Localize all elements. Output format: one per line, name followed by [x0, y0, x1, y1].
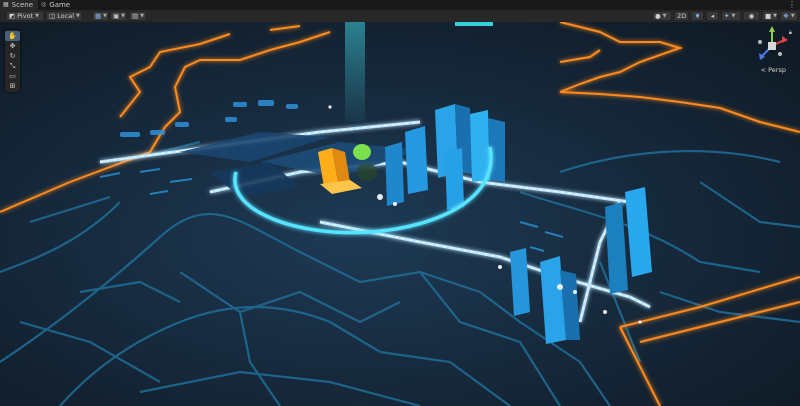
space-label: Local: [57, 12, 75, 20]
scene-viewport[interactable]: ✋ ✥ ↻ ⤡ ▭ ⊞ 🔒︎ < Persp: [0, 22, 800, 406]
grid-snap-button[interactable]: ▦ ▼: [92, 11, 109, 21]
scale-tool-icon[interactable]: ⤡: [5, 61, 20, 71]
grid-visibility-button[interactable]: ▤ ▼: [129, 11, 147, 21]
space-dropdown[interactable]: ◫ Local ▼: [46, 11, 82, 21]
more-options-icon[interactable]: ⋮: [788, 0, 796, 9]
tab-game-label: Game: [49, 1, 71, 9]
transform-tool-icon[interactable]: ⊞: [5, 81, 20, 91]
chevron-down-icon: ▼: [103, 13, 108, 19]
game-icon: ◎: [41, 1, 47, 8]
toggle-2d-button[interactable]: 2D: [674, 11, 689, 21]
city-map-scene: [0, 22, 800, 406]
light-bulb-icon: ♦: [694, 12, 701, 20]
editor-tab-bar: ▦ Scene ◎ Game: [0, 0, 800, 10]
effects-dropdown[interactable]: ✦ ▼: [721, 11, 741, 21]
tab-scene-label: Scene: [11, 1, 34, 9]
chevron-down-icon: ▼: [790, 13, 795, 19]
tab-game[interactable]: ◎ Game: [38, 0, 75, 10]
gizmos-dropdown[interactable]: ❖ ▼: [780, 11, 798, 21]
chevron-down-icon: ▼: [121, 13, 126, 19]
ground-plane: [0, 22, 800, 406]
gizmos-icon: ❖: [783, 12, 789, 20]
camera-icon: ■: [765, 12, 772, 20]
draw-mode-dropdown[interactable]: ● ▼: [652, 11, 672, 21]
audio-toggle[interactable]: ◂: [706, 11, 719, 21]
toggle-2d-label: 2D: [676, 12, 687, 20]
grid-snap-icon: ▦: [95, 12, 102, 20]
hidden-objects-toggle[interactable]: ◉: [743, 11, 760, 21]
shading-sphere-icon: ●: [655, 12, 661, 20]
lighting-toggle[interactable]: ♦: [691, 11, 704, 21]
audio-icon: ◂: [710, 12, 715, 20]
eye-icon: ◉: [748, 12, 755, 20]
camera-dropdown[interactable]: ■ ▼: [762, 11, 778, 21]
beacon-glow: [455, 22, 493, 26]
chevron-down-icon: ▼: [35, 13, 39, 19]
rect-tool-icon[interactable]: ▭: [5, 71, 20, 81]
effects-icon: ✦: [724, 12, 730, 20]
chevron-down-icon: ▼: [76, 13, 80, 19]
light-beam: [345, 22, 365, 122]
increment-snap-icon: ▣: [113, 12, 120, 20]
marker-sphere: [353, 144, 371, 160]
tab-scene[interactable]: ▦ Scene: [0, 0, 39, 10]
increment-snap-button[interactable]: ▣ ▼: [110, 11, 127, 21]
chevron-down-icon: ▼: [773, 13, 778, 19]
hand-tool-icon[interactable]: ✋: [5, 31, 20, 41]
scene-icon: ▦: [3, 1, 9, 8]
chevron-down-icon: ▼: [140, 13, 145, 19]
chevron-down-icon: ▼: [662, 13, 667, 19]
tool-palette: ✋ ✥ ↻ ⤡ ▭ ⊞: [5, 30, 20, 92]
local-space-icon: ◫: [49, 12, 56, 20]
pivot-dropdown[interactable]: ◩ Pivot ▼: [6, 11, 44, 21]
grid-icon: ▤: [132, 12, 139, 20]
move-tool-icon[interactable]: ✥: [5, 41, 20, 51]
pivot-icon: ◩: [9, 12, 16, 20]
projection-toggle[interactable]: < Persp: [761, 66, 786, 74]
lock-icon[interactable]: 🔒︎: [789, 29, 792, 37]
chevron-down-icon: ▼: [731, 13, 736, 19]
pivot-label: Pivot: [17, 12, 34, 20]
rotate-tool-icon[interactable]: ↻: [5, 51, 20, 61]
